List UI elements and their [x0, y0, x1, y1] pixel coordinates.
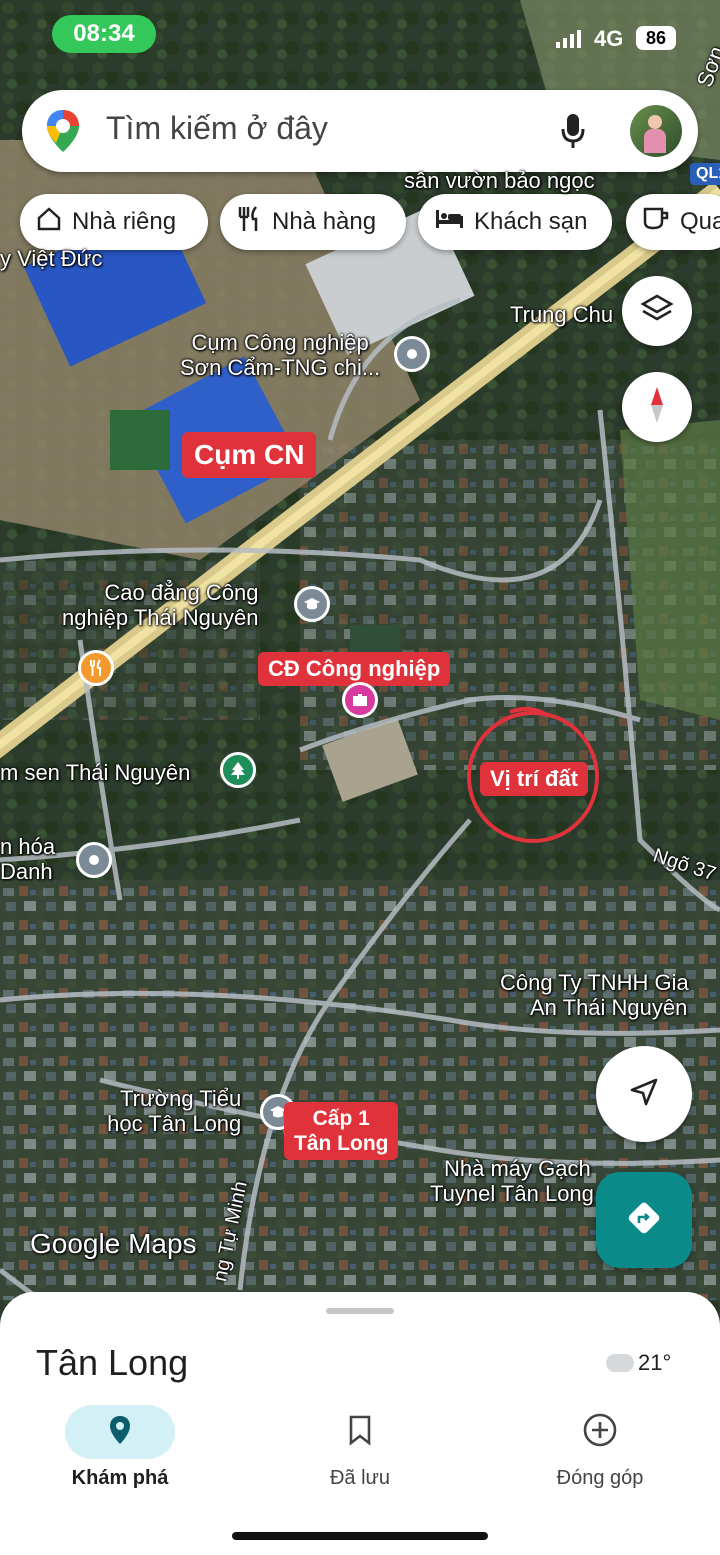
chip-home[interactable]: Nhà riêng [20, 194, 208, 250]
compass-icon [647, 385, 667, 430]
annotation-vi-tri-dat: Vị trí đất [480, 762, 589, 797]
nav-label: Đã lưu [329, 1467, 391, 1489]
map-label-van-hoa[interactable]: n hóa Danh [0, 834, 55, 885]
signal-icon [556, 30, 582, 48]
sheet-title: Tân Long [36, 1342, 189, 1383]
network-type: 4G [594, 26, 624, 51]
map-label-nha-may[interactable]: Nhà máy Gạch Tuynel Tân Long [430, 1156, 594, 1207]
directions-icon [624, 1198, 664, 1243]
nav-saved[interactable]: Đã lưu [280, 1405, 440, 1490]
map-label-cum-cong-nghiep[interactable]: Cụm Công nghiệp Sơn Cẩm-TNG chi... [180, 330, 380, 381]
search-input[interactable]: Tìm kiếm ở đây [106, 110, 328, 147]
navigation-arrow-icon [628, 1076, 660, 1113]
nav-explore-indicator [65, 1405, 175, 1459]
nav-label: Đóng góp [556, 1467, 644, 1489]
location-pin-icon [108, 1414, 132, 1451]
sheet-drag-handle[interactable] [326, 1308, 394, 1314]
map-label-cao-dang[interactable]: Cao đẳng Công nghiệp Thái Nguyên [62, 580, 259, 631]
maps-pin-logo-icon [44, 108, 82, 159]
nav-explore[interactable]: Khám phá [40, 1405, 200, 1490]
weather-temperature: 21° [638, 1350, 672, 1375]
add-circle-icon [582, 1412, 618, 1453]
chip-label: Qua [680, 208, 720, 235]
chip-restaurant[interactable]: Nhà hàng [220, 194, 406, 250]
park-pin-icon[interactable] [220, 752, 256, 788]
hotel-icon [434, 208, 464, 237]
google-maps-watermark: Google Maps [30, 1228, 197, 1259]
directions-button[interactable] [596, 1172, 692, 1268]
battery-indicator: 86 [636, 26, 676, 50]
chip-hotel[interactable]: Khách sạn [418, 194, 612, 250]
map-label-viet-duc[interactable]: y Việt Đức [0, 246, 102, 271]
avatar[interactable] [630, 105, 682, 157]
bookmark-icon [348, 1414, 372, 1451]
restaurant-icon [236, 205, 262, 240]
nav-label: Khám phá [71, 1467, 169, 1489]
map-label-san-vuon[interactable]: sân vườn bảo ngọc [404, 168, 595, 193]
highway-shield: QL1 [690, 163, 720, 185]
map-label-trung-chu[interactable]: Trung Chu [510, 302, 613, 327]
layers-button[interactable] [622, 276, 692, 346]
cafe-icon [642, 206, 670, 239]
chip-cafe[interactable]: Qua [626, 194, 720, 250]
chip-label: Nhà riêng [72, 208, 177, 235]
chip-label: Nhà hàng [272, 208, 377, 235]
microphone-icon[interactable] [560, 112, 586, 155]
annotation-cd-cong-nghiep: CĐ Công nghiệp [258, 652, 451, 687]
school-pin-icon[interactable] [294, 586, 330, 622]
pink-place-pin-icon[interactable] [342, 682, 378, 718]
restaurant-pin-icon[interactable] [78, 650, 114, 686]
map-label-truong[interactable]: Trường Tiểu học Tân Long [102, 1086, 241, 1137]
home-indicator [232, 1532, 488, 1540]
nav-contribute[interactable]: Đóng góp [520, 1405, 680, 1490]
search-bar[interactable]: Tìm kiếm ở đây [22, 90, 698, 172]
map-label-sen[interactable]: m sen Thái Nguyên [0, 760, 190, 785]
status-time: 08:34 [52, 15, 156, 53]
chip-label: Khách sạn [474, 208, 588, 235]
my-location-button[interactable] [596, 1046, 692, 1142]
layers-icon [640, 292, 674, 331]
weather-icon [606, 1354, 634, 1372]
landmark-pin-icon[interactable] [76, 842, 112, 878]
home-icon [36, 206, 62, 239]
annotation-cum-cn: Cụm CN [182, 432, 317, 478]
annotation-cap-1: Cấp 1 Tân Long [284, 1102, 399, 1161]
compass-button[interactable] [622, 372, 692, 442]
landmark-pin-icon[interactable] [394, 336, 430, 372]
map-label-cong-ty[interactable]: Công Ty TNHH Gia An Thái Nguyên [500, 970, 689, 1021]
